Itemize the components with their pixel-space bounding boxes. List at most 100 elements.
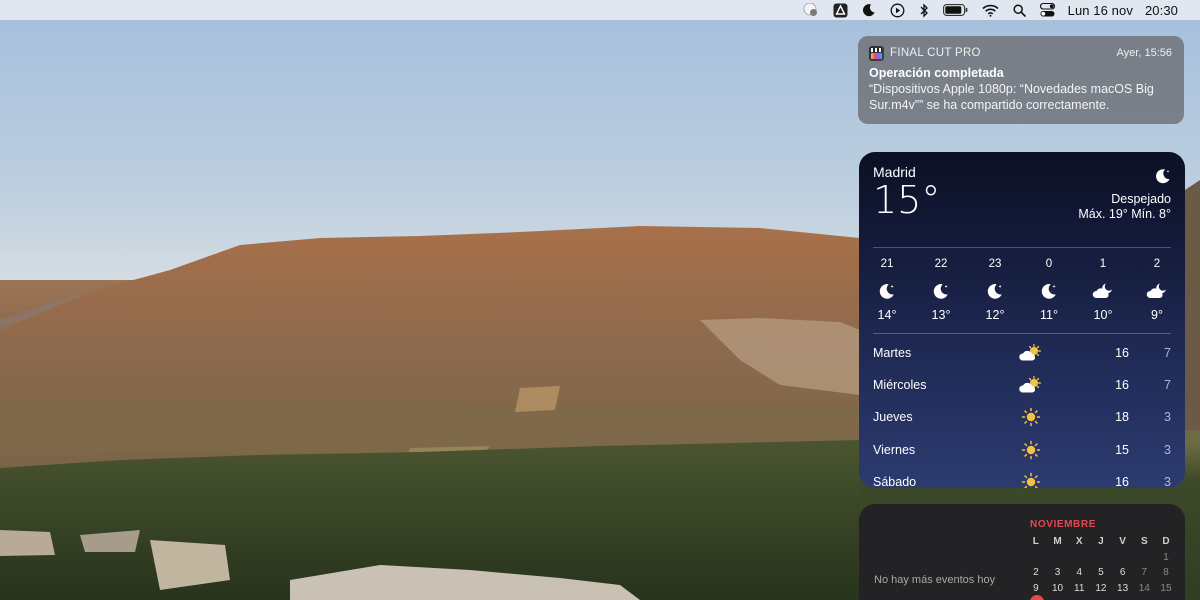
moon-icon (1040, 276, 1058, 306)
menubar-date[interactable]: Lun 16 nov (1062, 3, 1139, 18)
control-center-icon[interactable] (1033, 0, 1062, 20)
daily-row: Miércoles 16 7 (873, 369, 1171, 401)
calendar-week-row: 9 10 11 12 13 14 15 (1025, 581, 1177, 597)
hourly-item: 2 9° (1145, 258, 1169, 333)
daily-row: Viernes 15 3 (873, 434, 1171, 466)
sun-icon (1011, 407, 1051, 427)
partly-cloudy-icon (1011, 344, 1051, 362)
search-icon[interactable] (1006, 0, 1033, 20)
calendar-day: 6 (1119, 567, 1126, 578)
final-cut-pro-icon (869, 45, 884, 61)
hour-label: 1 (1099, 258, 1107, 270)
play-circle-icon[interactable] (883, 0, 912, 20)
calendar-day (1047, 550, 1069, 566)
daily-row: Sábado 16 3 (873, 466, 1171, 488)
weekday-label: V (1119, 536, 1126, 547)
day-name: Martes (873, 346, 912, 361)
weather-widget[interactable]: Madrid 15° Despejado Máx. 19° Mín. 8° 21… (859, 152, 1185, 488)
day-max: 16 (1115, 378, 1129, 393)
notification-time: Ayer, 15:56 (1116, 47, 1172, 59)
hour-temp: 11° (1040, 308, 1058, 322)
hour-temp: 13° (931, 308, 951, 322)
day-min: 3 (1164, 442, 1171, 457)
calendar-widget[interactable]: No hay más eventos hoy NOVIEMBRE L M X J… (859, 504, 1185, 600)
calendar-grid: L M X J V S D 1 2 3 4 5 6 7 8 9 10 11 12… (1025, 534, 1177, 596)
calendar-day: 7 (1141, 567, 1148, 578)
calendar-month: NOVIEMBRE (1030, 519, 1096, 530)
hourly-forecast: 21 14° 22 13° 23 12° 0 11° 1 10° 2 9° (873, 248, 1171, 333)
weekday-label: M (1053, 536, 1062, 547)
hour-temp: 12° (985, 308, 1005, 322)
weekday-label: S (1140, 536, 1148, 547)
moon-icon (1078, 168, 1171, 184)
day-min: 3 (1164, 474, 1171, 488)
calendar-week-row: 1 (1025, 550, 1177, 566)
menu-bar: Lun 16 nov 20:30 (0, 0, 1200, 20)
day-min: 7 (1164, 378, 1171, 393)
calendar-day: 11 (1074, 582, 1085, 594)
hour-label: 2 (1153, 258, 1161, 270)
weather-hi-lo: Máx. 19° Mín. 8° (1078, 207, 1171, 221)
hour-temp: 9° (1151, 308, 1163, 322)
calendar-weekday-row: L M X J V S D (1025, 534, 1177, 550)
calendar-day (1090, 550, 1112, 566)
daily-forecast: Martes 16 7 Miércoles 16 7 Jueves 18 3 V… (873, 334, 1171, 488)
calendar-day: 14 (1138, 582, 1150, 594)
weekday-label: L (1032, 536, 1039, 547)
battery-icon[interactable] (936, 0, 975, 20)
calendar-day: 10 (1051, 582, 1064, 594)
day-name: Viernes (873, 442, 916, 457)
sun-icon (1011, 440, 1051, 460)
calendar-day (1025, 550, 1047, 566)
calendar-day (1133, 550, 1155, 566)
day-name: Miércoles (873, 378, 927, 393)
hourly-item: 21 14° (875, 258, 899, 333)
drive-icon[interactable] (826, 0, 855, 20)
wifi-icon[interactable] (975, 0, 1006, 20)
menubar-time[interactable]: 20:30 (1139, 3, 1184, 18)
cloud-moon-icon (1146, 276, 1168, 306)
notification-body: “Dispositivos Apple 1080p: “Novedades ma… (869, 82, 1154, 112)
partly-cloudy-icon (1011, 376, 1051, 394)
daily-row: Jueves 18 3 (873, 401, 1171, 433)
weather-current-temp: 15° (873, 178, 941, 222)
bluetooth-icon[interactable] (912, 0, 936, 20)
calendar-day: 8 (1163, 567, 1169, 578)
calendar-day: 9 (1033, 582, 1039, 594)
notification-app-name: FINAL CUT PRO (890, 47, 981, 59)
day-min: 3 (1164, 410, 1171, 425)
calendar-day: 13 (1117, 582, 1129, 594)
calendar-empty-text: No hay más eventos hoy (874, 574, 996, 586)
calendar-day: 1 (1163, 551, 1169, 563)
calendar-day: 5 (1098, 567, 1104, 578)
hourly-item: 22 13° (929, 258, 953, 333)
hourly-item: 23 12° (983, 258, 1007, 333)
calendar-day: 3 (1054, 567, 1061, 578)
sun-icon (1011, 472, 1051, 488)
weather-condition: Despejado (1111, 192, 1171, 206)
notification-banner[interactable]: FINAL CUT PRO Ayer, 15:56 Operación comp… (858, 36, 1184, 124)
calendar-week-row: 2 3 4 5 6 7 8 (1025, 565, 1177, 581)
user-badge-icon[interactable] (796, 0, 826, 20)
hourly-item: 0 11° (1037, 258, 1061, 333)
day-name: Jueves (873, 410, 913, 425)
day-min: 7 (1164, 346, 1171, 361)
day-max: 18 (1115, 410, 1129, 425)
day-max: 16 (1115, 346, 1129, 361)
calendar-day: 2 (1033, 567, 1039, 578)
daily-row: Martes 16 7 (873, 337, 1171, 369)
calendar-day (1112, 550, 1134, 566)
hour-temp: 10° (1093, 308, 1113, 322)
weekday-label: J (1098, 536, 1104, 547)
hour-label: 21 (880, 258, 894, 270)
calendar-day: 12 (1095, 582, 1107, 594)
hour-label: 23 (988, 258, 1002, 270)
weekday-label: D (1162, 536, 1170, 547)
calendar-day: 4 (1076, 567, 1082, 578)
calendar-day: 15 (1160, 582, 1172, 594)
day-max: 16 (1115, 474, 1129, 488)
day-name: Sábado (873, 474, 917, 488)
cloud-moon-icon (1092, 276, 1114, 306)
notification-title: Operación completada (869, 66, 1004, 80)
moon-icon[interactable] (855, 0, 883, 20)
